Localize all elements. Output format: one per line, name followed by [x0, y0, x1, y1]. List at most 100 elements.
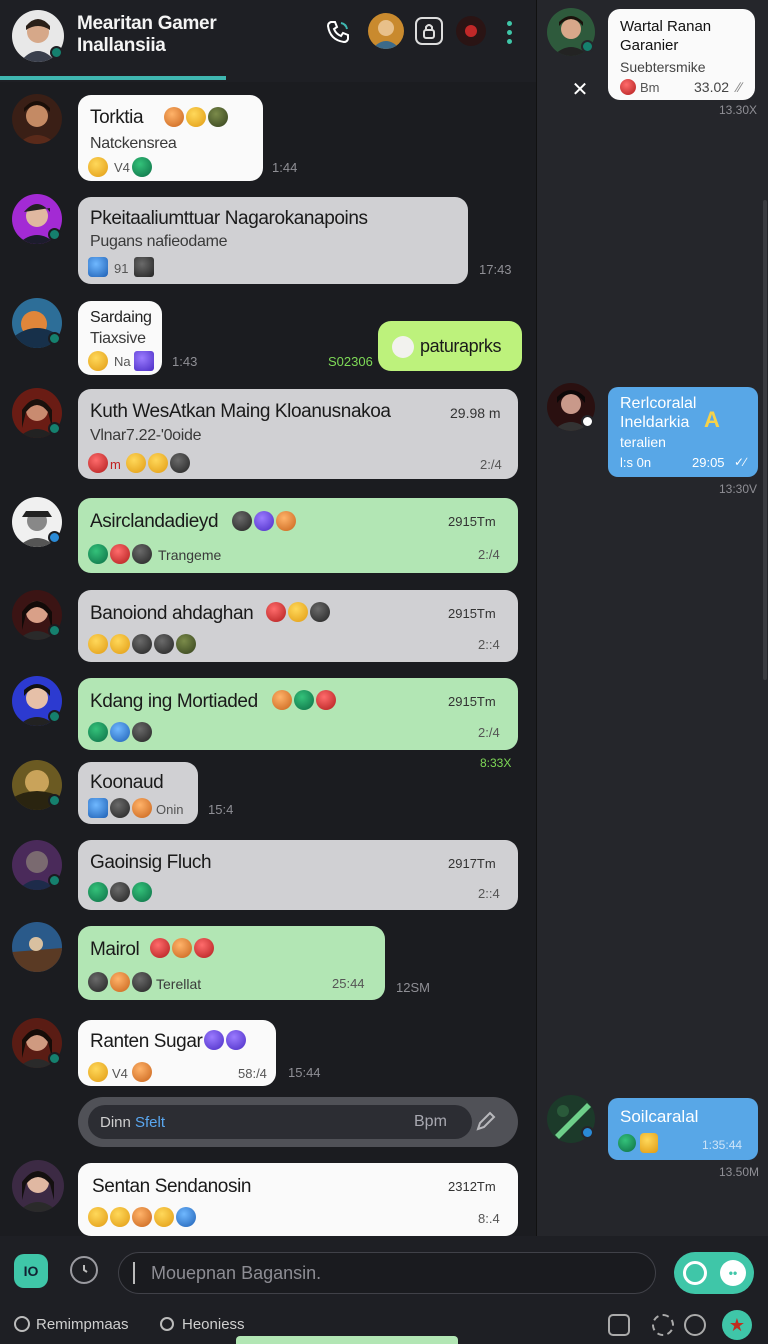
emoji-icon: [640, 1133, 658, 1153]
scrollbar[interactable]: [763, 200, 767, 680]
received-message[interactable]: Soilcaralal 1:35:44: [608, 1098, 758, 1160]
chat-meta: V4: [112, 1066, 128, 1081]
emoji-icon: [88, 1207, 108, 1227]
chat-time: 1:43: [172, 354, 198, 369]
emoji-icon: [316, 690, 336, 710]
chat-timestamp: 2312Tm: [448, 1179, 496, 1194]
gear-icon[interactable]: [652, 1314, 674, 1336]
record-icon[interactable]: [456, 16, 486, 46]
image-icon: [134, 257, 154, 277]
emoji-icon: [618, 1134, 636, 1152]
text-cursor: [133, 1262, 135, 1284]
chat-item[interactable]: Sentan Sendanosin 2312Tm 8:.4: [78, 1163, 518, 1236]
nav-item-1[interactable]: Remimpmaas: [14, 1316, 129, 1333]
message-time: 29:05: [692, 455, 725, 470]
avatar[interactable]: [12, 1160, 64, 1212]
online-status-dot: [48, 874, 61, 887]
emoji-icon: [164, 107, 184, 127]
emoji-icon: [232, 511, 252, 531]
smile-emoji-icon: [392, 336, 414, 358]
emoji-icon: [88, 722, 108, 742]
app-button[interactable]: IO: [14, 1254, 48, 1288]
emoji-icon: [132, 1062, 152, 1082]
outgoing-message[interactable]: paturaprks: [378, 321, 522, 371]
chat-preview: Terellat: [156, 976, 202, 992]
search-time: Bpm: [414, 1113, 447, 1130]
emoji-icon: [126, 453, 146, 473]
chat-preview: Trangeme: [158, 547, 222, 563]
received-message[interactable]: Rerlcoralal Ineldarkia A teralien l:s 0n…: [608, 387, 758, 477]
message-ext-time: 13.50M: [719, 1165, 760, 1179]
chat-item[interactable]: Torktia Natckensrea V4: [78, 95, 263, 181]
chat-ext-time: 8:33X: [480, 756, 512, 770]
group-avatar[interactable]: [368, 13, 404, 49]
message-time: 1:35:44: [702, 1138, 743, 1152]
chat-name: Pkeitaaliumttuar Nagarokanapoins: [90, 208, 368, 229]
chat-item[interactable]: Asirclandadieyd 2915Tm Trangeme 2:/4: [78, 498, 518, 573]
message-text: Rerlcoralal Ineldarkia: [620, 394, 696, 432]
emoji-icon: [288, 602, 308, 622]
emoji-icon: [132, 1207, 152, 1227]
emoji-icon: [154, 634, 174, 654]
message-meta: l:s 0n: [620, 455, 652, 470]
camera-icon[interactable]: [683, 1261, 707, 1285]
chat-timestamp: 2915Tm: [448, 514, 496, 529]
message-composer[interactable]: Mouepnan Bagansin.: [118, 1252, 656, 1294]
nav-item-2[interactable]: Heoniess: [160, 1316, 245, 1333]
more-vertical-icon[interactable]: [500, 18, 518, 46]
chat-timestamp: 2915Tm: [448, 694, 496, 709]
home-indicator: [236, 1336, 458, 1344]
chat-title-line2: Inallansiia: [77, 35, 166, 56]
chat-item[interactable]: Gaoinsig Fluch 2917Tm 2::4: [78, 840, 518, 910]
message-line1: Soilcaralal: [620, 1107, 699, 1126]
copy-icon[interactable]: [608, 1314, 630, 1336]
palette-icon[interactable]: [684, 1314, 706, 1336]
chat-title: Mearitan Gamer Inallansiia: [77, 13, 217, 57]
contact-card[interactable]: Wartal Ranan Garanier Suebtersmike Bm 33…: [608, 9, 755, 100]
emoji-icon: [620, 79, 636, 95]
chat-name: Kuth WesAtkan Maing Kloanusnakoa: [90, 401, 391, 422]
emoji-icon: [110, 798, 130, 818]
chat-item[interactable]: Pkeitaaliumttuar Nagarokanapoins Pugans …: [78, 197, 468, 284]
chat-item[interactable]: Kuth WesAtkan Maing Kloanusnakoa 29.98 m…: [78, 389, 518, 479]
emoji-icon: [110, 544, 130, 564]
card-title-line1: Wartal Ranan: [620, 18, 712, 35]
avatar[interactable]: [12, 922, 62, 972]
chat-timestamp: 2917Tm: [448, 856, 496, 871]
card-subtitle: Suebtersmike: [620, 59, 706, 75]
star-avatar[interactable]: ★: [722, 1310, 752, 1340]
chat-name: Sentan Sendanosin: [92, 1176, 252, 1197]
chat-item[interactable]: Kdang ing Mortiaded 2915Tm 2:/4: [78, 678, 518, 750]
chat-item[interactable]: Banoiond ahdaghan 2915Tm 2::4: [78, 590, 518, 662]
edit-icon[interactable]: [472, 1109, 498, 1135]
search-text: Dinn: [100, 1114, 131, 1131]
emoji-icon: [110, 722, 130, 742]
message-search-bar[interactable]: Dinn Sfelt Bpm: [78, 1097, 518, 1147]
emoji-icon: [226, 1030, 246, 1050]
emoji-icon: [170, 453, 190, 473]
emoji-icon: [272, 690, 292, 710]
emoji-icon: [194, 938, 214, 958]
send-actions[interactable]: ••: [674, 1252, 754, 1294]
close-icon[interactable]: ✕: [569, 78, 591, 101]
chat-meta: Onin: [156, 802, 184, 817]
chat-item[interactable]: Sardaing Tiaxsive Na: [78, 301, 162, 375]
chat-item[interactable]: Mairol Terellat 25:44: [78, 926, 385, 1000]
chat-item[interactable]: Koonaud Onin: [78, 762, 198, 824]
phone-icon[interactable]: [322, 16, 354, 48]
emoji-icon: [254, 511, 274, 531]
lock-icon[interactable]: [415, 17, 443, 45]
composer-placeholder: Mouepnan Bagansin.: [151, 1263, 322, 1283]
image-icon: [134, 351, 154, 371]
history-icon[interactable]: [70, 1256, 98, 1284]
emoji-icon: [148, 453, 168, 473]
emoji-icon: [276, 511, 296, 531]
emoji-icon: [208, 107, 228, 127]
emoji-icon: [132, 798, 152, 818]
chat-item[interactable]: Ranten Sugar V4 58:/4: [78, 1020, 276, 1086]
emoji-icon: [132, 722, 152, 742]
chat-preview: Tiaxsive: [90, 330, 146, 347]
emoji-button-icon[interactable]: ••: [720, 1260, 746, 1286]
card-meta: Bm: [640, 80, 660, 95]
avatar[interactable]: [12, 94, 62, 144]
